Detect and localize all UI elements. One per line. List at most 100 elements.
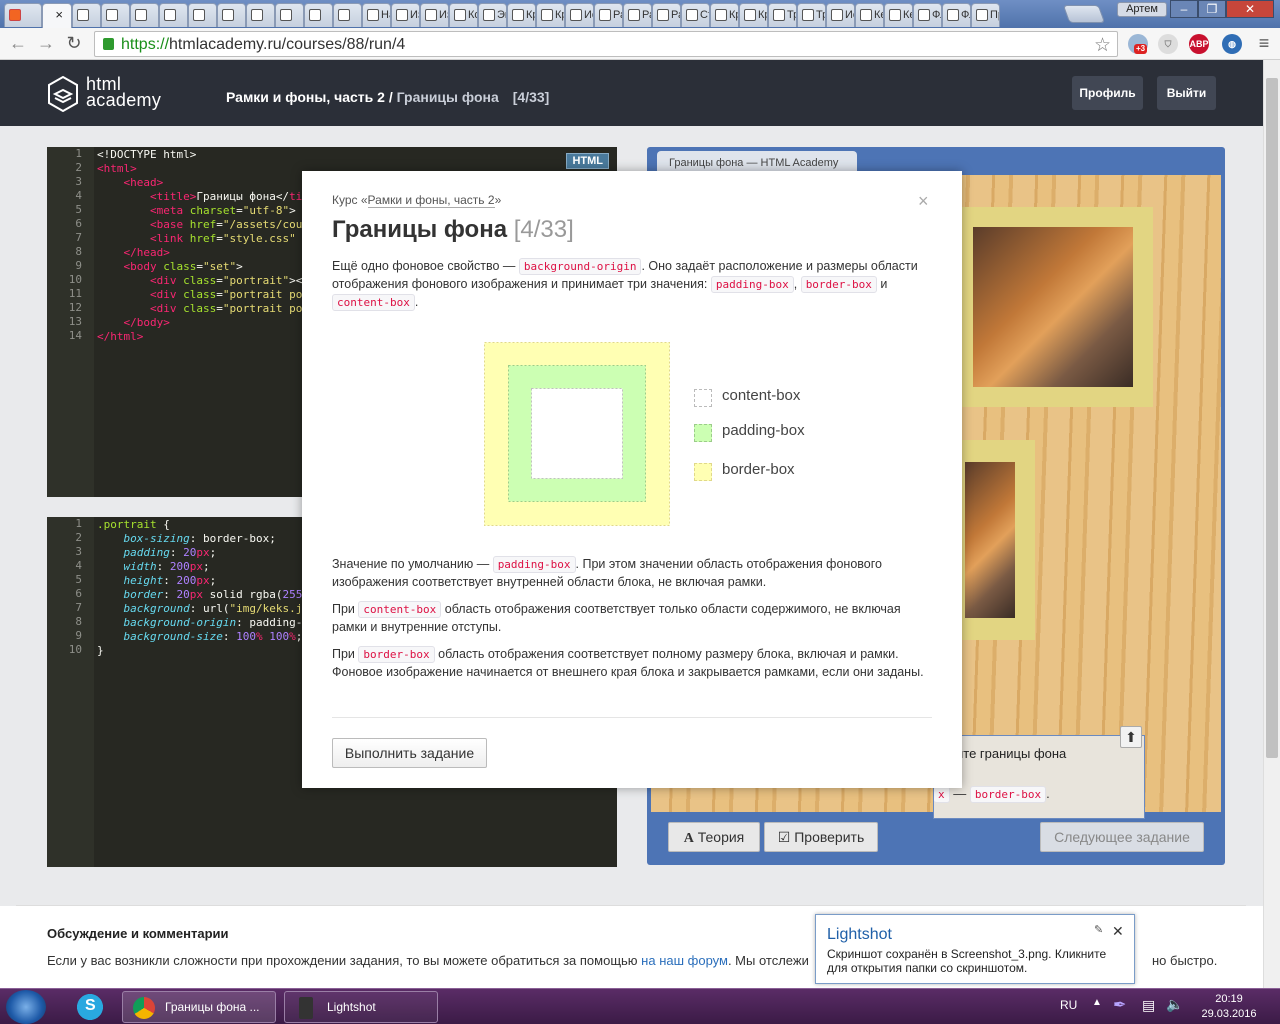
address-bar[interactable]: https://htmlacademy.ru/courses/88/run/4 … [94, 31, 1118, 57]
close-icon[interactable]: ✕ [1112, 923, 1124, 940]
profile-button[interactable]: Профиль [1072, 76, 1143, 110]
adblock-icon[interactable]: ABP [1189, 34, 1209, 54]
browser-tab[interactable]: Из [420, 3, 449, 27]
breadcrumb-course[interactable]: Рамки и фоны, часть 2 [226, 89, 385, 105]
globe-extension-icon[interactable]: ◍ [1222, 34, 1242, 54]
academy-logo-icon[interactable] [48, 76, 78, 112]
menu-icon[interactable]: ≡ [1252, 32, 1276, 56]
browser-tab[interactable] [304, 3, 333, 27]
page-scrollbar[interactable] [1263, 60, 1280, 988]
close-window-icon[interactable]: ✕ [1226, 0, 1274, 18]
forward-icon[interactable]: → [34, 32, 58, 56]
skype-icon[interactable]: S [72, 992, 108, 1022]
page-favicon-icon [396, 9, 408, 21]
task-codes: x — border-box. [934, 786, 1050, 803]
browser-tab[interactable]: Тр [797, 3, 826, 27]
browser-tab[interactable]: Из [391, 3, 420, 27]
scrollbar-thumb[interactable] [1266, 78, 1278, 758]
browser-tab[interactable]: Ко [449, 3, 478, 27]
network-icon[interactable]: ▤ [1142, 997, 1155, 1014]
css-code[interactable]: .portrait { box-sizing: border-box; padd… [97, 518, 302, 658]
taskbar-lightshot[interactable]: Lightshot [284, 991, 438, 1023]
bookmark-star-icon[interactable]: ☆ [1094, 34, 1111, 57]
shield-favicon-icon [193, 9, 205, 21]
browser-tab-active[interactable]: × [42, 3, 72, 28]
browser-tab[interactable]: Кр [536, 3, 565, 27]
cat-photo [973, 227, 1133, 387]
windows-start-icon[interactable] [6, 990, 46, 1024]
taskbar-chrome[interactable]: Границы фона ... [122, 991, 276, 1023]
logo-text[interactable]: html academy [86, 75, 161, 109]
browser-tab[interactable]: Ра [623, 3, 652, 27]
forum-link[interactable]: на наш форум [641, 953, 728, 968]
theory-button[interactable]: A Теория [668, 822, 760, 852]
html-code[interactable]: <!DOCTYPE html> <html> <head> <title>Гран… [97, 148, 302, 344]
browser-tab[interactable]: Кр [710, 3, 739, 27]
browser-tab[interactable] [101, 3, 130, 27]
close-tab-icon[interactable]: × [55, 7, 63, 22]
reload-icon[interactable]: ↻ [62, 32, 86, 56]
browser-tab[interactable] [275, 3, 304, 27]
browser-tab[interactable] [217, 3, 246, 27]
next-task-button[interactable]: Следующее задание [1040, 822, 1204, 852]
do-task-button[interactable]: Выполнить задание [332, 738, 487, 768]
browser-tab[interactable]: Ра [594, 3, 623, 27]
page-favicon-icon [947, 9, 959, 21]
browser-tab[interactable]: Фл [942, 3, 971, 27]
new-tab-button[interactable] [1062, 5, 1106, 23]
course-link[interactable]: Рамки и фоны, часть 2 [367, 193, 495, 208]
back-icon[interactable]: ← [6, 32, 30, 56]
browser-tab[interactable]: Ис [826, 3, 855, 27]
weather-extension-icon[interactable]: +3 [1128, 34, 1148, 54]
restore-icon[interactable]: ❐ [1198, 0, 1226, 18]
cat-photo [965, 462, 1015, 618]
page-favicon-icon [889, 9, 901, 21]
volume-icon[interactable]: 🔈 [1166, 996, 1183, 1013]
browser-tab[interactable]: Тр [768, 3, 797, 27]
browser-tab[interactable] [72, 3, 101, 27]
language-indicator[interactable]: RU [1060, 998, 1077, 1012]
browser-tab[interactable] [159, 3, 188, 27]
shield-favicon-icon [135, 9, 147, 21]
browser-tab[interactable]: Кр [739, 3, 768, 27]
browser-tab-pinned[interactable] [4, 3, 42, 27]
browser-tab[interactable]: Фл [913, 3, 942, 27]
page-favicon-icon [570, 9, 582, 21]
lightshot-tray-icon[interactable]: ✒ [1113, 995, 1126, 1015]
logout-button[interactable]: Выйти [1157, 76, 1216, 110]
browser-tab[interactable]: Ра [652, 3, 681, 27]
browser-tab[interactable]: Кр [507, 3, 536, 27]
tray-arrow-icon[interactable]: ▲ [1092, 997, 1102, 1008]
browser-tab[interactable]: Пр [971, 3, 1000, 27]
shield-favicon-icon [338, 9, 350, 21]
clock[interactable]: 20:19 29.03.2016 [1198, 992, 1260, 1022]
task-panel: йте границы фона ⬆ x — border-box. [933, 726, 1145, 819]
discussion-text: Если у вас возникли сложности при прохож… [47, 953, 809, 968]
discussion-title: Обсуждение и комментарии [47, 926, 229, 941]
check-button[interactable]: ☑ Проверить [764, 822, 878, 852]
lightshot-notification[interactable]: Lightshot ✎ ✕ Скриншот сохранён в Screen… [815, 914, 1135, 984]
browser-tab[interactable] [188, 3, 217, 27]
browser-tab[interactable]: Эк [478, 3, 507, 27]
pin-icon[interactable]: ✎ [1094, 923, 1103, 936]
browser-tab[interactable]: Ст [681, 3, 710, 27]
browser-tab[interactable] [246, 3, 275, 27]
browser-tab[interactable] [333, 3, 362, 27]
browser-tab[interactable]: Ис [565, 3, 594, 27]
collapse-arrow-icon[interactable]: ⬆ [1120, 726, 1142, 748]
lock-icon [103, 38, 114, 50]
paragraph-content-box: При content-box область отображения соот… [332, 601, 901, 634]
browser-tab[interactable]: Ке [855, 3, 884, 27]
lightshot-message[interactable]: Скриншот сохранён в Screenshot_3.png. Кл… [827, 947, 1127, 975]
browser-tab[interactable]: На [362, 3, 391, 27]
page-favicon-icon [454, 9, 466, 21]
page-favicon-icon [657, 9, 669, 21]
close-icon[interactable]: × [918, 191, 929, 212]
profile-badge[interactable]: Артем [1117, 2, 1167, 17]
minimize-icon[interactable]: – [1170, 0, 1198, 18]
page-favicon-icon [773, 9, 785, 21]
browser-tab[interactable] [130, 3, 159, 27]
browser-tab[interactable]: Ке [884, 3, 913, 27]
portrait-frame [953, 440, 1035, 640]
shield-extension-icon[interactable]: ⛉ [1158, 34, 1178, 54]
